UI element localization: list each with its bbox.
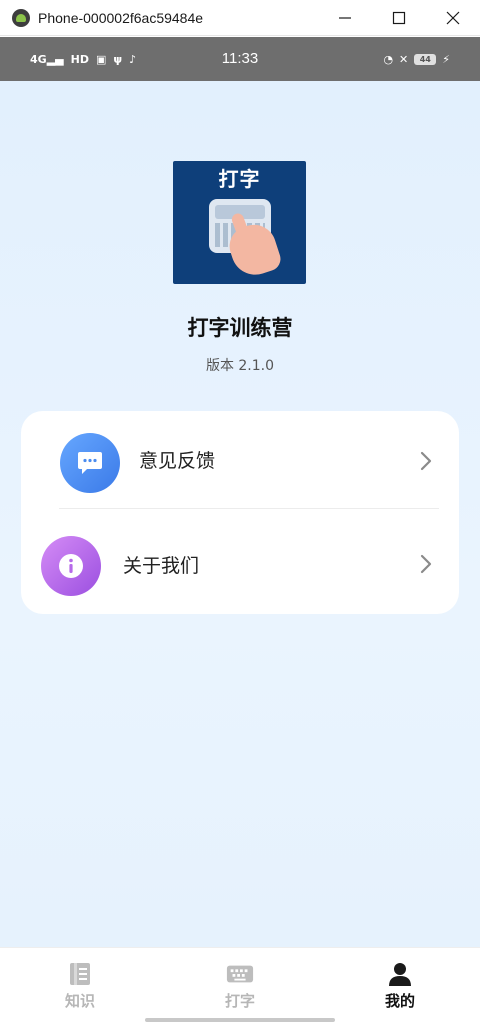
settings-card: 意见反馈 关于我们 <box>21 411 459 614</box>
window-controls <box>318 0 480 36</box>
tab-mine[interactable]: 我的 <box>320 948 480 1024</box>
book-icon <box>66 962 94 986</box>
charging-icon: ⚡ <box>442 52 450 66</box>
android-app-icon <box>12 8 30 27</box>
chat-bubble-icon <box>60 433 120 493</box>
close-icon <box>446 11 460 25</box>
home-indicator <box>145 1018 335 1022</box>
logo-text: 打字 <box>218 167 261 191</box>
app-logo: 打字 <box>173 161 306 284</box>
about-label: 关于我们 <box>123 555 200 577</box>
info-icon <box>41 536 101 596</box>
close-button[interactable] <box>426 0 480 36</box>
speed-icon: ◔ <box>383 52 394 66</box>
minimize-button[interactable] <box>318 0 372 36</box>
chevron-right-icon <box>420 451 432 471</box>
profile-page: 打字 打字训练营 版本 2.1.0 意见反馈 关于我们 <box>0 81 480 947</box>
app-version: 版本 2.1.0 <box>205 358 275 374</box>
keyboard-icon <box>226 962 254 986</box>
bottom-nav: 知识 打字 我的 <box>0 947 480 1024</box>
about-row[interactable]: 关于我们 <box>21 514 459 614</box>
feedback-row[interactable]: 意见反馈 <box>21 411 459 511</box>
tab-typing[interactable]: 打字 <box>160 948 320 1024</box>
maximize-button[interactable] <box>372 0 426 36</box>
chevron-right-icon <box>420 554 432 574</box>
tab-mine-label: 我的 <box>384 992 415 1010</box>
tab-knowledge-label: 知识 <box>64 992 95 1010</box>
tab-typing-label: 打字 <box>224 992 255 1010</box>
status-bar: 4G▂▄ HD ▣ ψ ♪ 11:33 ◔ ✕ 44 ⚡ <box>0 37 480 81</box>
tab-knowledge[interactable]: 知识 <box>0 948 160 1024</box>
person-icon <box>386 962 414 986</box>
status-right-icons: ◔ ✕ 44 ⚡ <box>383 37 450 81</box>
app-name: 打字训练营 <box>187 316 293 340</box>
window-title: Phone-000002f6ac59484e <box>38 9 204 26</box>
battery-icon: 44 <box>414 53 437 65</box>
divider <box>59 508 439 509</box>
mute-icon: ✕ <box>399 52 409 66</box>
minimize-icon <box>339 17 351 19</box>
feedback-label: 意见反馈 <box>139 450 216 472</box>
maximize-icon <box>392 11 406 25</box>
window-titlebar: Phone-000002f6ac59484e <box>0 0 480 36</box>
